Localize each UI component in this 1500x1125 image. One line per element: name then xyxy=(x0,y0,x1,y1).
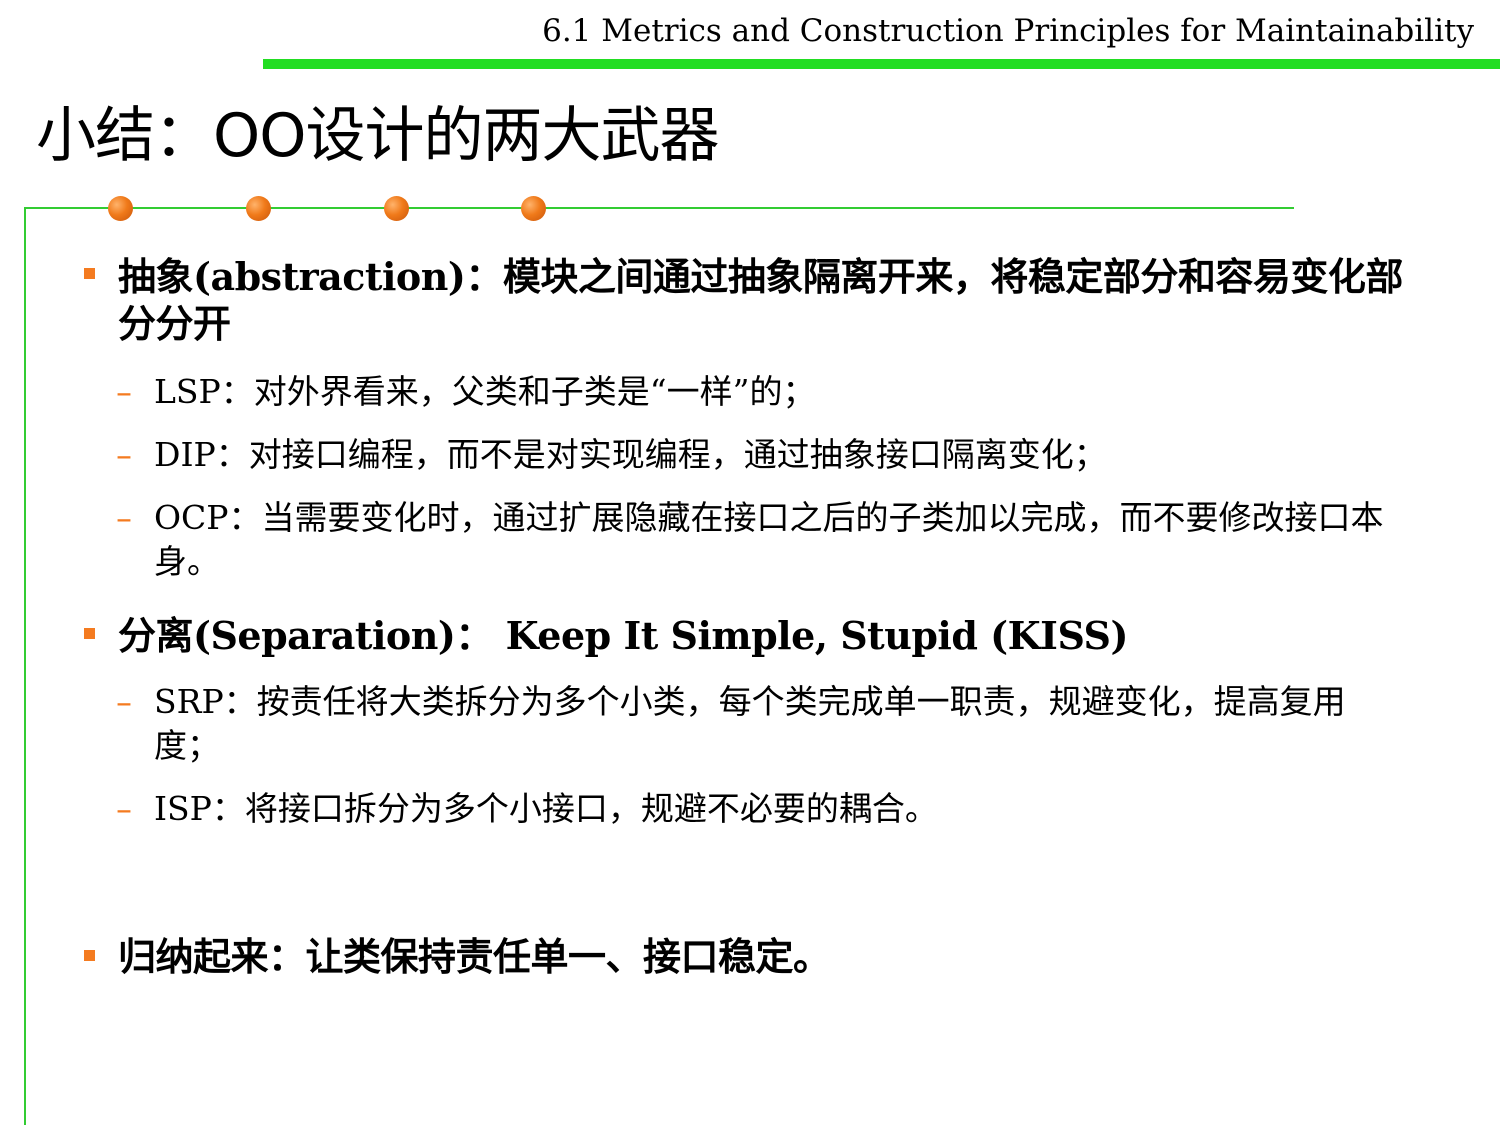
point-abstraction: 抽象(abstraction)：模块之间通过抽象隔离开来，将稳定部分和容易变化部… xyxy=(118,254,1403,346)
subpoint-isp: ISP：将接口拆分为多个小接口，规避不必要的耦合。 xyxy=(154,789,938,828)
section-header-title: 6.1 Metrics and Construction Principles … xyxy=(542,13,1474,49)
decorative-dot xyxy=(384,196,409,221)
dash-icon: – xyxy=(116,683,132,721)
header-rule xyxy=(263,59,1500,69)
subpoint-srp: SRP：按责任将大类拆分为多个小类，每个类完成单一职责，规避变化，提高复用度； xyxy=(154,682,1346,765)
dash-icon: – xyxy=(116,373,132,411)
subpoint-ocp: OCP：当需要变化时，通过扩展隐藏在接口之后的子类加以完成，而不要修改接口本身。 xyxy=(154,498,1384,581)
point-summary: 归纳起来：让类保持责任单一、接口稳定。 xyxy=(118,934,831,979)
square-bullet-icon xyxy=(84,950,95,961)
subpoint-lsp: LSP：对外界看来，父类和子类是“一样”的； xyxy=(154,372,816,411)
frame-top-line xyxy=(24,207,1294,209)
dash-icon: – xyxy=(116,436,132,474)
dash-icon: – xyxy=(116,499,132,537)
subpoint-dip: DIP：对接口编程，而不是对实现编程，通过抽象接口隔离变化； xyxy=(154,435,1107,474)
square-bullet-icon xyxy=(84,268,95,279)
slide-title: 小结：OO设计的两大武器 xyxy=(36,101,719,171)
dash-icon: – xyxy=(116,790,132,828)
point-separation: 分离(Separation)： Keep It Simple, Stupid (… xyxy=(118,613,1128,658)
decorative-dot xyxy=(108,196,133,221)
frame-left-line xyxy=(24,207,26,1125)
decorative-dot xyxy=(521,196,546,221)
decorative-dot xyxy=(246,196,271,221)
square-bullet-icon xyxy=(84,628,95,639)
